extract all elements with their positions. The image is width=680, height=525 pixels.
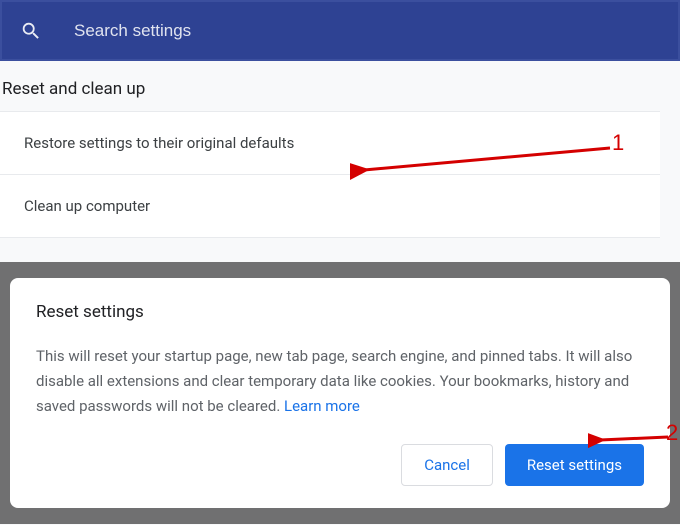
cancel-button[interactable]: Cancel: [401, 444, 493, 486]
restore-defaults-row[interactable]: Restore settings to their original defau…: [0, 112, 660, 174]
clean-up-computer-row[interactable]: Clean up computer: [0, 174, 660, 237]
reset-settings-button[interactable]: Reset settings: [505, 444, 644, 486]
search-icon: [20, 20, 42, 42]
search-bar: [0, 0, 680, 61]
search-container: [2, 2, 678, 59]
settings-list: Restore settings to their original defau…: [0, 111, 660, 238]
dialog-actions: Cancel Reset settings: [36, 444, 644, 486]
dialog-body: This will reset your startup page, new t…: [36, 344, 644, 418]
dialog-overlay: Reset settings This will reset your star…: [0, 262, 680, 524]
section-header: Reset and clean up: [0, 61, 680, 111]
learn-more-link[interactable]: Learn more: [284, 397, 360, 415]
dialog-title: Reset settings: [36, 302, 644, 322]
reset-settings-dialog: Reset settings This will reset your star…: [10, 278, 670, 508]
search-input[interactable]: [74, 21, 660, 41]
